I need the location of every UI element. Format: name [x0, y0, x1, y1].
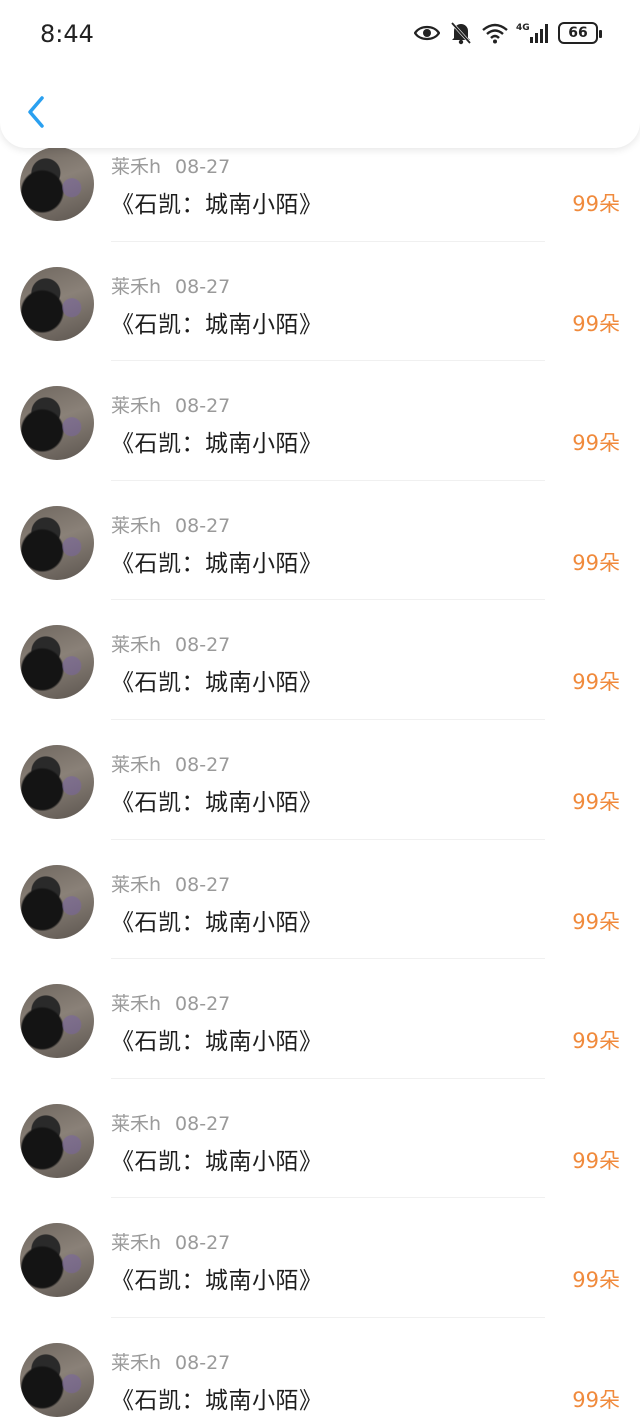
list-item[interactable]: 莱禾h 08-27 《石凯：城南小陌》 99朵 — [0, 1198, 640, 1318]
avatar[interactable] — [20, 625, 94, 700]
item-meta: 莱禾h 08-27 — [111, 750, 230, 777]
flower-count: 99朵 — [572, 1029, 620, 1054]
bell-off-icon — [448, 20, 474, 46]
back-button[interactable] — [22, 92, 52, 132]
avatar[interactable] — [20, 864, 94, 939]
item-title: 《石凯：城南小陌》 — [111, 192, 323, 218]
battery-icon: 66 — [558, 22, 602, 44]
avatar[interactable] — [20, 744, 94, 819]
flower-count: 99朵 — [572, 1387, 620, 1412]
item-meta: 莱禾h 08-27 — [111, 1348, 230, 1375]
item-title: 《石凯：城南小陌》 — [111, 670, 323, 697]
date: 08-27 — [175, 753, 231, 776]
avatar[interactable] — [20, 1103, 94, 1178]
date: 08-27 — [175, 1351, 231, 1374]
date: 08-27 — [175, 873, 231, 896]
username: 莱禾h — [111, 1232, 162, 1255]
avatar[interactable] — [20, 266, 94, 341]
item-meta: 莱禾h 08-27 — [111, 152, 230, 179]
username: 莱禾h — [111, 753, 162, 776]
item-meta: 莱禾h 08-27 — [111, 272, 230, 299]
list-item[interactable]: 莱禾h 08-27 《石凯：城南小陌》 99朵 — [0, 242, 640, 362]
flower-count: 99朵 — [572, 789, 620, 814]
item-title: 《石凯：城南小陌》 — [111, 1029, 323, 1056]
avatar[interactable] — [20, 1223, 94, 1298]
svg-text:4G: 4G — [516, 23, 530, 33]
list-item[interactable]: 莱禾h 08-27 《石凯：城南小陌》 99朵 — [0, 1079, 640, 1199]
date: 08-27 — [175, 514, 231, 537]
item-title: 《石凯：城南小陌》 — [111, 1268, 323, 1295]
username: 莱禾h — [111, 514, 162, 537]
item-title: 《石凯：城南小陌》 — [111, 1148, 323, 1175]
list-item[interactable]: 莱禾h 08-27 《石凯：城南小陌》 99朵 — [0, 1318, 640, 1424]
date: 08-27 — [175, 275, 231, 298]
username: 莱禾h — [111, 873, 162, 896]
date: 08-27 — [175, 395, 231, 418]
top-bar: 8:44 4G 66 — [0, 0, 640, 148]
username: 莱禾h — [111, 395, 162, 418]
status-time: 8:44 — [40, 20, 94, 48]
flower-count: 99朵 — [572, 192, 620, 216]
date: 08-27 — [175, 993, 231, 1016]
item-meta: 莱禾h 08-27 — [111, 1228, 230, 1255]
item-meta: 莱禾h 08-27 — [111, 989, 230, 1016]
username: 莱禾h — [111, 1351, 162, 1374]
item-title: 《石凯：城南小陌》 — [111, 311, 323, 338]
date: 08-27 — [175, 634, 231, 657]
list-item[interactable]: 莱禾h 08-27 《石凯：城南小陌》 99朵 — [0, 481, 640, 601]
username: 莱禾h — [111, 634, 162, 657]
list-item[interactable]: 莱禾h 08-27 《石凯：城南小陌》 99朵 — [0, 959, 640, 1079]
username: 莱禾h — [111, 993, 162, 1016]
avatar[interactable] — [20, 505, 94, 580]
item-title: 《石凯：城南小陌》 — [111, 431, 323, 458]
avatar[interactable] — [20, 1342, 94, 1417]
signal-icon: 4G — [516, 20, 550, 46]
item-title: 《石凯：城南小陌》 — [111, 1387, 323, 1414]
username: 莱禾h — [111, 1112, 162, 1135]
flower-count: 99朵 — [572, 431, 620, 456]
item-meta: 莱禾h 08-27 — [111, 870, 230, 897]
list-item[interactable]: 莱禾h 08-27 《石凯：城南小陌》 99朵 — [0, 720, 640, 840]
flower-count: 99朵 — [572, 1268, 620, 1293]
flower-count: 99朵 — [572, 311, 620, 336]
chevron-left-icon — [28, 96, 44, 128]
item-meta: 莱禾h 08-27 — [111, 511, 230, 538]
avatar[interactable] — [20, 386, 94, 461]
item-title: 《石凯：城南小陌》 — [111, 909, 323, 936]
eye-icon — [414, 20, 440, 46]
username: 莱禾h — [111, 156, 162, 178]
status-icons: 4G 66 — [414, 20, 602, 46]
list-item[interactable]: 莱禾h 08-27 《石凯：城南小陌》 99朵 — [0, 600, 640, 720]
list-item[interactable]: 莱禾h 08-27 《石凯：城南小陌》 99朵 — [0, 361, 640, 481]
item-meta: 莱禾h 08-27 — [111, 630, 230, 657]
wifi-icon — [482, 20, 508, 46]
date: 08-27 — [175, 156, 231, 178]
flower-count: 99朵 — [572, 909, 620, 934]
item-title: 《石凯：城南小陌》 — [111, 789, 323, 816]
list-item[interactable]: 莱禾h 08-27 《石凯：城南小陌》 99朵 — [0, 840, 640, 960]
item-meta: 莱禾h 08-27 — [111, 1109, 230, 1136]
avatar[interactable] — [20, 984, 94, 1059]
gift-list: 莱禾h 08-27 《石凯：城南小陌》 99朵 莱禾h 08-27 《石凯：城南小陌… — [0, 122, 640, 1424]
date: 08-27 — [175, 1112, 231, 1135]
avatar[interactable] — [20, 147, 94, 221]
username: 莱禾h — [111, 275, 162, 298]
flower-count: 99朵 — [572, 670, 620, 695]
flower-count: 99朵 — [572, 550, 620, 575]
item-title: 《石凯：城南小陌》 — [111, 550, 323, 577]
item-meta: 莱禾h 08-27 — [111, 391, 230, 418]
flower-count: 99朵 — [572, 1148, 620, 1173]
date: 08-27 — [175, 1232, 231, 1255]
